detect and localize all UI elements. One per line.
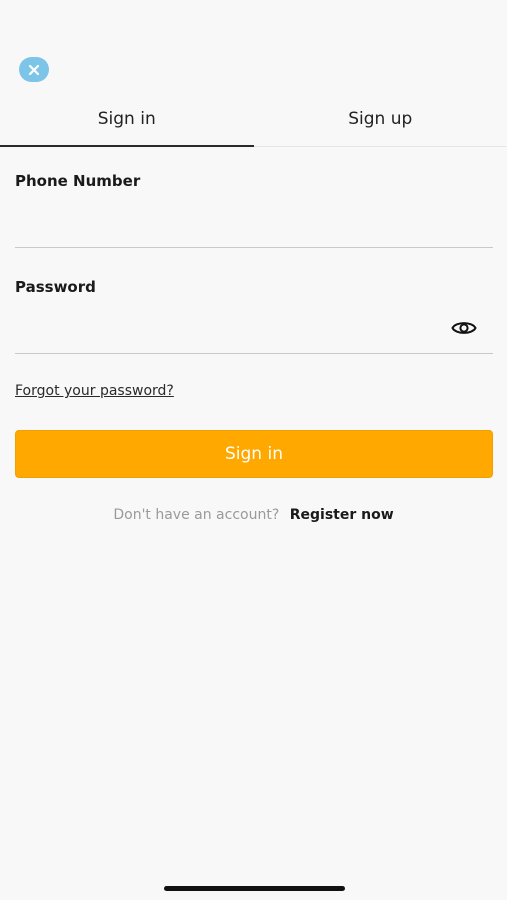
status-bar [0, 0, 507, 44]
eye-icon [451, 322, 477, 334]
home-indicator [164, 886, 345, 891]
register-now-link[interactable]: Register now [290, 507, 394, 523]
password-label: Password [15, 278, 96, 296]
tab-sign-in[interactable]: Sign in [0, 96, 254, 148]
close-icon [28, 64, 40, 75]
active-tab-indicator [0, 145, 254, 147]
auth-tabs: Sign in Sign up [0, 96, 507, 148]
password-input[interactable] [15, 318, 493, 354]
tab-sign-up[interactable]: Sign up [254, 96, 507, 148]
register-row: Don't have an account? Register now [0, 507, 507, 523]
tab-divider [254, 146, 507, 147]
show-password-toggle[interactable] [450, 318, 478, 338]
close-button[interactable] [19, 57, 49, 82]
register-prompt: Don't have an account? [113, 507, 280, 523]
sign-in-button[interactable]: Sign in [15, 430, 493, 478]
phone-number-input[interactable] [15, 212, 493, 248]
phone-number-label: Phone Number [15, 172, 141, 190]
forgot-password-link[interactable]: Forgot your password? [15, 383, 174, 399]
